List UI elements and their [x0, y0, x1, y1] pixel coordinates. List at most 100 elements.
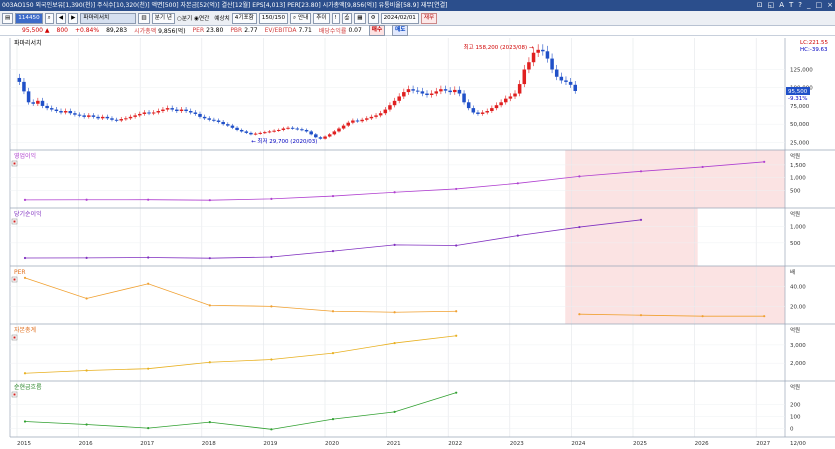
x-tick-label: 2020 [325, 441, 339, 447]
data-point [85, 297, 88, 300]
x-tick-label: 2026 [695, 441, 709, 447]
stock-name-field[interactable]: 파마리서치 [80, 12, 137, 24]
candle-body [527, 62, 531, 70]
panel-tick-label: 20.00 [790, 304, 806, 310]
font-size-icon[interactable]: A [779, 1, 784, 10]
table-icon[interactable]: ▦ [354, 12, 366, 24]
candle-body [91, 115, 96, 117]
chart-icon[interactable]: ▥ [138, 12, 150, 24]
maximize-icon[interactable]: □ [816, 1, 823, 10]
data-point [393, 410, 396, 414]
data-point [208, 361, 211, 364]
period-button[interactable]: 분기 년 [151, 12, 175, 24]
candle-body [63, 111, 68, 113]
candle-body [573, 84, 578, 91]
finance-button[interactable]: 재무 [420, 12, 438, 24]
date-field[interactable]: 2024/02/01 [380, 12, 419, 24]
candle-body [351, 120, 355, 123]
minimize-icon[interactable]: _ [807, 1, 811, 10]
candle-body [332, 131, 337, 135]
data-point [639, 218, 643, 221]
data-point [85, 369, 88, 372]
data-point [270, 428, 273, 431]
panel-tick-label: 500 [790, 241, 801, 247]
data-point [270, 358, 273, 361]
data-point [147, 256, 150, 259]
help-icon[interactable]: ? [798, 1, 802, 10]
print-icon[interactable]: ⎙ [341, 12, 353, 24]
sell-button[interactable]: 매도 [392, 25, 409, 36]
panel-unit-label: 억원 [790, 210, 800, 218]
data-point [639, 314, 643, 317]
next-icon[interactable]: ▶ [68, 12, 79, 24]
prev-icon[interactable]: ◀ [55, 12, 67, 24]
candle-body [105, 116, 110, 119]
candle-body [239, 129, 244, 132]
radio-quarter[interactable]: ○분기 [177, 14, 192, 22]
candle-body [110, 118, 114, 120]
candle-body [392, 100, 397, 106]
data-point [147, 427, 150, 430]
x-tick-label: 2025 [633, 441, 647, 447]
candle-body [133, 115, 137, 117]
restore-icon[interactable]: ⊡ [757, 1, 763, 10]
candle-body [253, 133, 258, 135]
series-line [24, 219, 642, 259]
candle-body [309, 131, 313, 135]
candle-body [346, 122, 351, 126]
x-tick-label: 2023 [510, 441, 524, 447]
close-icon[interactable]: × [827, 1, 833, 10]
buy-button[interactable]: 매수 [368, 25, 386, 36]
search-icon[interactable]: ⌕ [44, 12, 54, 24]
radio-annual[interactable]: ◉연간 [194, 14, 209, 22]
candle-body [554, 69, 559, 77]
panel-tick-label: 200 [790, 403, 801, 409]
financial-chart[interactable]: 125,000100,00075,00050,00025,000파마리서치LC:… [0, 36, 835, 449]
radio-annual-label: 연간 [199, 16, 210, 22]
candle-body [327, 134, 332, 137]
panel-tick-label: 40.00 [790, 285, 806, 291]
settings-icon[interactable]: ⚙ [367, 12, 379, 24]
top-right-label: HC:-39.63 [800, 47, 828, 53]
data-point [208, 199, 211, 202]
candle-body [374, 115, 378, 117]
count-field[interactable]: 150/150 [258, 12, 289, 24]
candle-body [100, 116, 105, 119]
data-point [516, 182, 519, 185]
candle-body [499, 102, 503, 106]
candle-body [434, 91, 439, 94]
data-point [455, 310, 458, 313]
candle-body [541, 49, 545, 52]
candle-body [235, 127, 239, 130]
candle-body [513, 93, 517, 97]
candle-body [300, 129, 304, 131]
panel-unit-label: 억원 [790, 383, 800, 391]
panel-tick-label: 0 [790, 427, 794, 433]
data-point [331, 194, 335, 198]
data-point [85, 423, 88, 426]
stock-code-input[interactable]: 114450 [15, 12, 43, 24]
candle-body [388, 105, 392, 110]
menu-icon[interactable]: ▤ [2, 12, 14, 24]
data-point [23, 198, 27, 202]
data-point [763, 160, 766, 163]
alert-icon[interactable]: ! [331, 12, 340, 24]
data-point [208, 257, 211, 260]
trend-button[interactable]: 추이 [313, 12, 330, 24]
panel-config-icon-dot [13, 278, 16, 281]
candle-body [276, 129, 281, 131]
panel-config-icon-dot [13, 336, 16, 339]
candle-body [517, 84, 522, 94]
candle-body [31, 102, 35, 104]
candle-body [212, 119, 216, 121]
data-point [23, 420, 27, 423]
data-point [393, 243, 396, 246]
layout-icon[interactable]: ◱ [768, 1, 775, 10]
text-icon[interactable]: T [789, 1, 793, 10]
combine-select[interactable]: 4기포함 [231, 12, 257, 24]
guide-button[interactable]: ⌕ 안내 [290, 12, 312, 24]
data-point [393, 311, 396, 314]
panel-title: 영업이익 [14, 152, 36, 160]
candle-body [286, 127, 290, 129]
candle-body [397, 96, 401, 101]
